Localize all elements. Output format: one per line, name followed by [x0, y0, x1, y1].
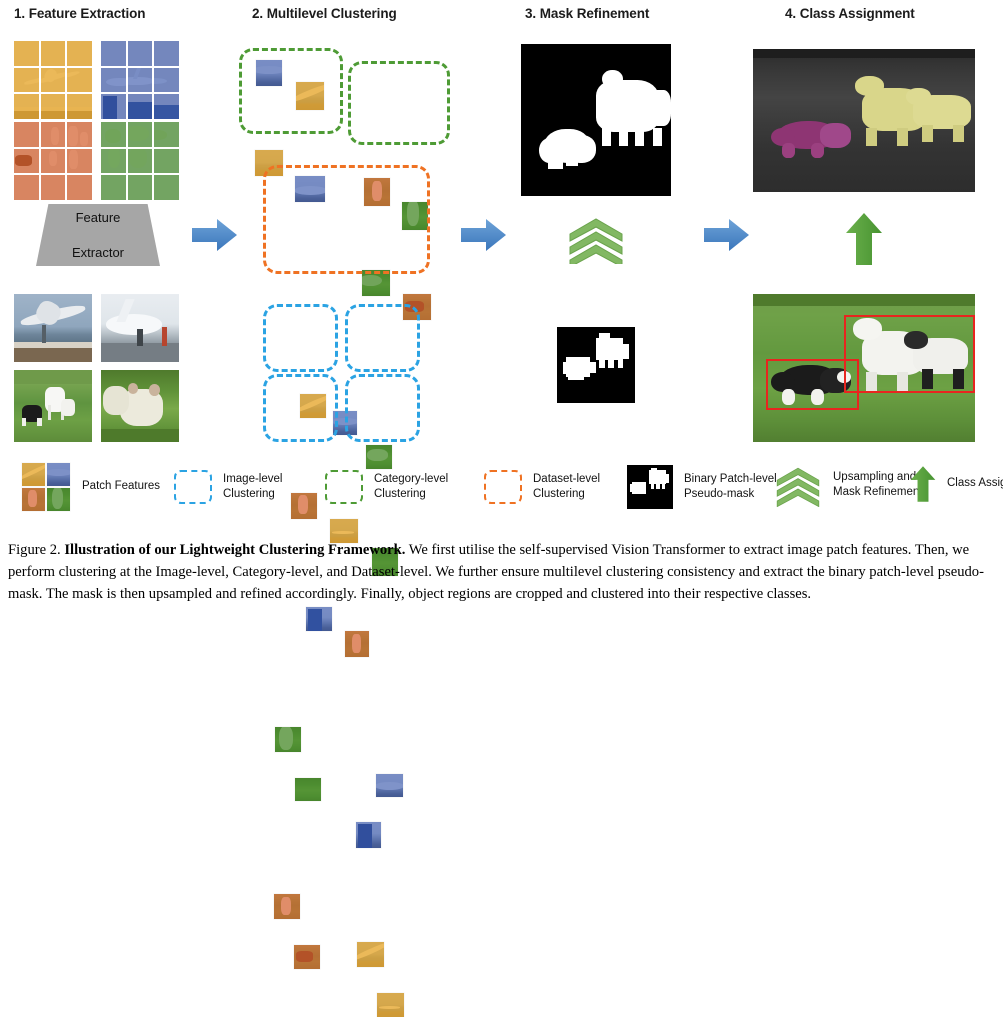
image-level-cluster-1: [263, 304, 338, 372]
legend-item-class-assignment: Class Assignment: [910, 461, 1003, 507]
column-title-class-assignment: 4. Class Assignment: [785, 6, 915, 21]
figure-caption: Figure 2. Illustration of our Lightweigh…: [8, 540, 996, 606]
caption-figure-number: Figure 2.: [8, 542, 61, 558]
triple-chevron-up-icon: [569, 218, 623, 264]
binary-mask-thumb-icon: [627, 465, 673, 509]
up-arrow-icon: [846, 213, 882, 265]
legend-item-category-level-clustering: Category-level Clustering: [325, 470, 448, 504]
dashed-box-blue-icon: [174, 470, 212, 504]
legend-item-patch-features: Patch Features: [22, 463, 160, 511]
legend-label-patch-features: Patch Features: [82, 480, 160, 493]
patch-green-6: [295, 778, 321, 801]
legend-label-binary-pseudo-mask: Binary Patch-level Pseudo-mask: [684, 472, 777, 500]
source-image-lambs-in-grass: [101, 370, 179, 442]
class-segmented-image: [753, 49, 975, 192]
column-title-mask-refinement: 3. Mask Refinement: [525, 6, 650, 21]
image-level-cluster-3: [263, 374, 338, 442]
image-level-cluster-4: [345, 374, 420, 442]
figure-canvas: 1. Feature Extraction 2. Multilevel Clus…: [0, 0, 1003, 1017]
triple-chevron-up-icon-legend: [776, 467, 820, 507]
column-title-multilevel-clustering: 2. Multilevel Clustering: [252, 6, 397, 21]
patch-blue-6: [356, 822, 381, 848]
cropped-object-regions-image: [753, 294, 975, 442]
caption-bold-title: Illustration of our Lightweight Clusteri…: [64, 542, 406, 558]
source-image-airplane-tarmac: [101, 294, 179, 362]
patch-blue-5: [376, 774, 403, 797]
legend-item-upsampling-mask-refinement: Upsampling and Mask Refinement: [774, 463, 922, 507]
legend-label-image-level: Image-level Clustering: [223, 472, 283, 500]
feature-map-airplane-tarmac: [101, 41, 179, 119]
source-image-dog-and-sheep-field: [14, 370, 92, 442]
patch-yellow-5: [357, 942, 384, 967]
legend-label-category-level: Category-level Clustering: [374, 472, 449, 500]
feature-extractor-line-1: Feature: [75, 209, 121, 225]
legend-item-binary-pseudo-mask: Binary Patch-level Pseudo-mask: [627, 465, 777, 509]
right-arrow-icon-1: [192, 219, 237, 251]
right-arrow-icon-2: [461, 219, 506, 251]
dashed-box-orange-icon: [484, 470, 522, 504]
feature-map-lambs: [101, 122, 179, 200]
patch-swatch-grid: [22, 463, 70, 511]
legend-label-class-assignment: Class Assignment: [947, 477, 1003, 490]
feature-extractor-line-2: Extractor: [71, 244, 124, 260]
feature-map-dog-and-sheep: [14, 122, 92, 200]
feature-extractor-block: Feature Extractor: [36, 204, 160, 266]
category-level-cluster-animal: [348, 61, 450, 145]
patch-level-pseudo-mask: [557, 327, 635, 403]
patch-orange-5: [274, 894, 300, 919]
legend-item-dataset-level-clustering: Dataset-level Clustering: [484, 470, 600, 504]
image-level-cluster-2: [345, 304, 420, 372]
legend-item-image-level-clustering: Image-level Clustering: [174, 470, 282, 504]
category-level-cluster-airplane: [239, 48, 343, 134]
feature-map-airplane-takeoff: [14, 41, 92, 119]
patch-yellow-6: [377, 993, 404, 1017]
dashed-box-green-icon: [325, 470, 363, 504]
refined-binary-mask: [521, 44, 671, 196]
legend: Patch Features Image-level Clustering Ca…: [22, 455, 1003, 517]
bounding-box-sheep: [844, 314, 975, 393]
source-image-airplane-takeoff: [14, 294, 92, 362]
patch-orange-4: [345, 631, 369, 657]
dataset-level-cluster: [263, 165, 430, 274]
column-title-feature-extraction: 1. Feature Extraction: [14, 6, 146, 21]
legend-label-dataset-level: Dataset-level Clustering: [533, 472, 601, 500]
patch-blue-1: [256, 60, 282, 86]
patch-yellow-1: [296, 82, 324, 110]
patch-green-5: [275, 727, 301, 752]
right-arrow-icon-3: [704, 219, 749, 251]
patch-orange-6: [294, 945, 320, 969]
up-arrow-icon-legend: [910, 466, 936, 502]
patch-blue-4: [306, 607, 332, 631]
